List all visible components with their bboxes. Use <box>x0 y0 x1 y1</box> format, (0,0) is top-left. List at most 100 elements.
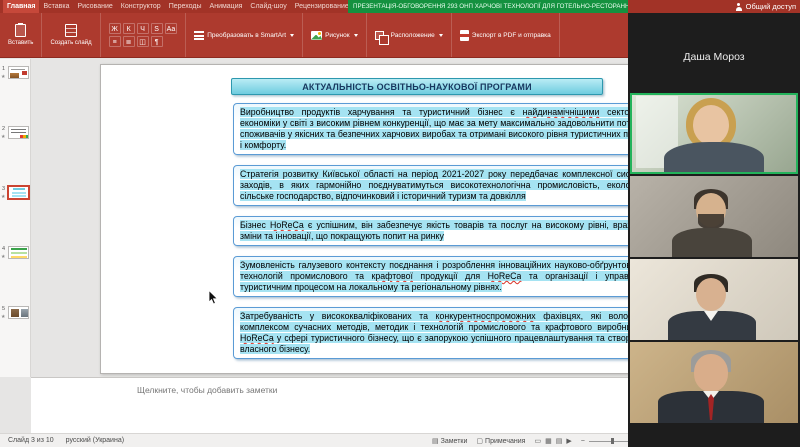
paste-icon <box>15 24 26 37</box>
thumbnail-preview[interactable] <box>8 246 29 259</box>
pdf-icon <box>460 30 469 41</box>
slide-thumbnail-3[interactable]: 3★ <box>0 185 30 245</box>
view-button[interactable]: ▦ <box>545 437 552 445</box>
arrange-icon <box>375 31 384 40</box>
slide-thumbnail-panel: 1★2★3★4★5★ <box>0 59 31 377</box>
picture-icon <box>311 31 322 40</box>
text-run: найдинамічнішими <box>523 107 600 117</box>
language-indicator[interactable]: русский (Украина) <box>66 437 124 444</box>
format-row-1: ЖКЧSАа <box>109 23 178 34</box>
text-run: Затребуваність у висококваліфікованих та <box>240 311 436 321</box>
slide-text-block-5[interactable]: Затребуваність у висококваліфікованих та… <box>233 307 657 359</box>
notes-toggle[interactable]: ▤ Заметки <box>432 437 467 445</box>
view-button[interactable]: ▤ <box>556 437 563 445</box>
head-shape <box>694 354 728 392</box>
slide-thumbnail-1[interactable]: 1★ <box>0 65 30 125</box>
slide-blocks: Виробництво продуктів харчування та тури… <box>233 103 657 359</box>
format-icon[interactable]: К <box>123 23 135 34</box>
participant-video-1[interactable] <box>630 93 798 174</box>
slide-text-block-2[interactable]: Стратегія розвитку Київської області на … <box>233 165 657 206</box>
slide-counter: Слайд 3 из 10 <box>8 437 54 444</box>
slide-text-block-3[interactable]: Бізнес HoReCa є успішним, він забезпечує… <box>233 216 657 246</box>
torso-shape <box>672 228 752 257</box>
smartart-button[interactable]: Преобразовать в SmartArt <box>194 30 294 40</box>
participant-video-2[interactable] <box>630 176 798 257</box>
slide-canvas[interactable]: АКТУАЛЬНІСТЬ ОСВІТНЬО-НАУКОВОЇ ПРОГРАМИ … <box>100 64 651 374</box>
animation-star-icon: ★ <box>1 314 5 320</box>
export-group: Экспорт в PDF и отправка <box>452 13 560 57</box>
slide-thumbnail-2[interactable]: 2★ <box>0 125 30 185</box>
zoom-out-button[interactable]: − <box>581 438 585 445</box>
animation-star-icon: ★ <box>1 134 5 140</box>
tab-8[interactable]: Рецензирование <box>291 0 353 13</box>
format-icon[interactable]: ¶ <box>151 36 163 47</box>
notes-toggle-label: Заметки <box>441 438 468 445</box>
document-title: ПРЕЗЕНТАЦІЯ-ОБГОВОРЕННЯ 293 ОНП ХАРЧОВІ … <box>353 3 628 10</box>
zoom-slider-knob[interactable] <box>611 438 614 444</box>
format-icon[interactable]: Ж <box>109 23 121 34</box>
format-icon[interactable]: Аа <box>165 23 178 34</box>
text-run: конкурентноспроможних <box>436 311 536 321</box>
format-icon[interactable]: Ч <box>137 23 149 34</box>
new-slide-button[interactable]: Создать слайд <box>50 24 91 46</box>
picture-button[interactable]: Рисунок <box>311 31 358 40</box>
view-button[interactable]: ▭ <box>534 437 541 445</box>
chevron-down-icon <box>439 34 443 37</box>
clipboard-group: Вставить <box>0 13 42 57</box>
export-pdf-label: Экспорт в PDF и отправка <box>472 32 551 39</box>
tab-7[interactable]: Слайд-шоу <box>246 0 290 13</box>
participant-tiles <box>630 93 798 423</box>
slide-thumbnail-5[interactable]: 5★ <box>0 305 30 365</box>
slide-thumbnail-4[interactable]: 4★ <box>0 245 30 305</box>
chevron-down-icon <box>290 34 294 37</box>
thumbnail-preview[interactable] <box>8 126 29 139</box>
export-pdf-button[interactable]: Экспорт в PDF и отправка <box>460 30 551 41</box>
comments-toggle-label: Примечания <box>485 438 525 445</box>
thumbnail-preview[interactable] <box>8 66 29 79</box>
tab-5[interactable]: Переходы <box>165 0 206 13</box>
format-icon[interactable]: ◫ <box>137 36 149 47</box>
slides-group: Создать слайд <box>42 13 100 57</box>
participant-video-3[interactable] <box>630 259 798 340</box>
tab-1[interactable]: Главная <box>3 0 39 13</box>
slide-number: 3 <box>2 186 5 192</box>
slide-number: 5 <box>2 306 5 312</box>
tab-6[interactable]: Анимация <box>206 0 247 13</box>
head-shape <box>696 278 726 311</box>
picture-label: Рисунок <box>325 32 350 39</box>
arrange-button[interactable]: Расположение <box>375 31 443 40</box>
text-run: Бізнес <box>240 220 270 230</box>
beard-shape <box>698 214 724 229</box>
screen: ГлавнаяВставкаРисованиеКонструкторПерехо… <box>0 0 800 447</box>
format-icon[interactable]: ≣ <box>123 36 135 47</box>
slide-text-block-1[interactable]: Виробництво продуктів харчування та тури… <box>233 103 657 155</box>
paste-label: Вставить <box>8 40 33 46</box>
paste-button[interactable]: Вставить <box>8 24 33 46</box>
format-icon[interactable]: S <box>151 23 163 34</box>
new-slide-icon <box>65 24 77 37</box>
torso-shape <box>664 142 764 174</box>
text-run: Стратегія розвитку Київської області на … <box>240 169 650 201</box>
slide-number: 1 <box>2 66 5 72</box>
slide-title[interactable]: АКТУАЛЬНІСТЬ ОСВІТНЬО-НАУКОВОЇ ПРОГРАМИ <box>231 78 603 95</box>
animation-star-icon: ★ <box>1 74 5 80</box>
comments-toggle[interactable]: ▢ Примечания <box>476 437 525 445</box>
participant-video-4[interactable] <box>630 342 798 423</box>
notes-icon: ▤ <box>432 437 439 445</box>
powerpoint-titlebar: ГлавнаяВставкаРисованиеКонструкторПерехо… <box>0 0 800 13</box>
tab-3[interactable]: Рисование <box>74 0 117 13</box>
tab-2[interactable]: Вставка <box>39 0 73 13</box>
share-button[interactable]: Общий доступ <box>735 0 796 13</box>
view-button[interactable]: ▶ <box>566 437 571 445</box>
share-button-label: Общий доступ <box>746 2 796 11</box>
smartart-group: Преобразовать в SmartArt <box>186 13 303 57</box>
text-run: крафтової <box>372 271 413 281</box>
slide-text-block-4[interactable]: Зумовленість галузевого контексту поєдна… <box>233 256 657 297</box>
thumbnail-preview[interactable] <box>8 186 29 199</box>
font-paragraph-group: ЖКЧSАа ≡≣◫¶ <box>101 13 187 57</box>
tab-4[interactable]: Конструктор <box>117 0 165 13</box>
thumbnail-preview[interactable] <box>8 306 29 319</box>
text-run: Виробництво продуктів харчування та тури… <box>240 107 523 117</box>
notes-placeholder: Щелкните, чтобы добавить заметки <box>137 385 277 395</box>
format-icon[interactable]: ≡ <box>109 36 121 47</box>
